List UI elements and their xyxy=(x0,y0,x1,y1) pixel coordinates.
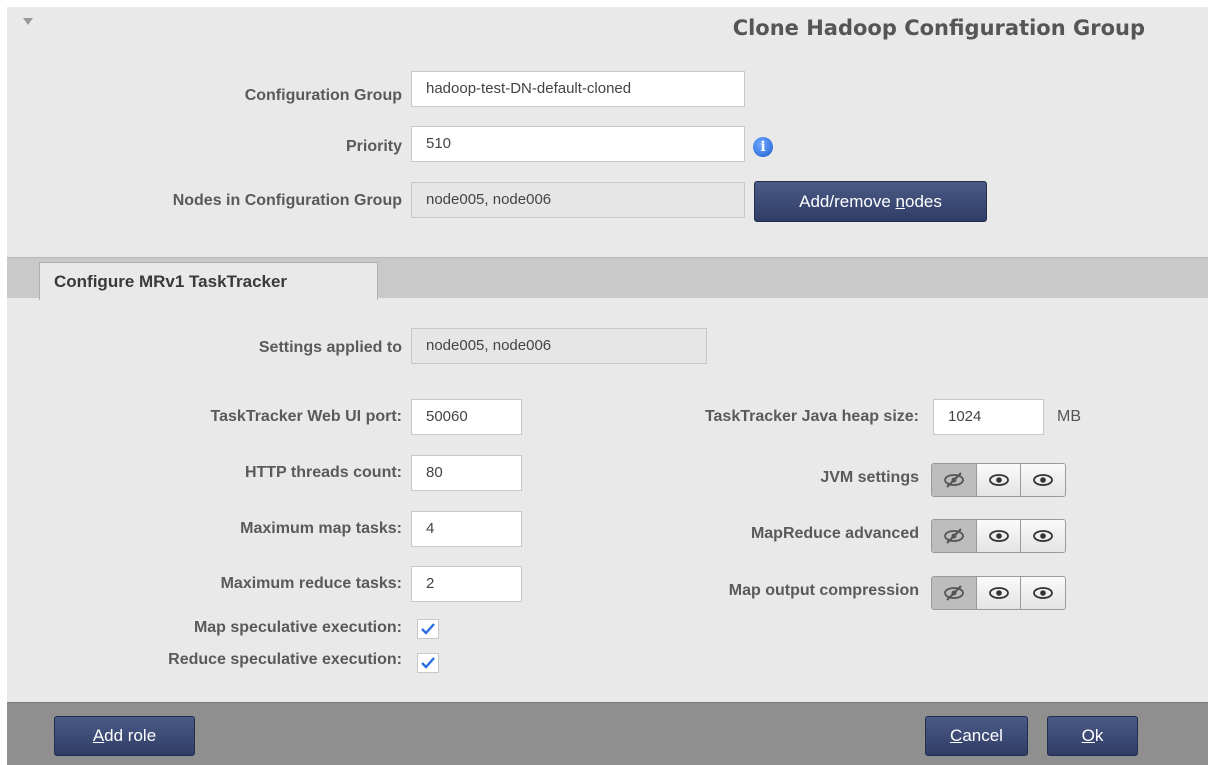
eye-icon xyxy=(988,587,1009,599)
cancel-mnemonic: C xyxy=(950,726,963,745)
eye-icon xyxy=(1033,587,1054,599)
reduce-spec-label: Reduce speculative execution: xyxy=(168,651,402,668)
mr-adv-show-all-button[interactable] xyxy=(1021,520,1065,552)
dialog-footer: Add role Cancel Ok xyxy=(7,702,1208,765)
http-threads-input[interactable]: 80 xyxy=(411,455,522,491)
http-threads-label: HTTP threads count: xyxy=(244,464,402,481)
nodes-label: Nodes in Configuration Group xyxy=(172,192,402,209)
priority-input[interactable]: 510 xyxy=(411,126,745,162)
jvm-settings-label: JVM settings xyxy=(820,469,919,486)
cancel-label: ancel xyxy=(962,726,1003,745)
eye-slash-icon xyxy=(943,585,964,601)
eye-icon xyxy=(1033,474,1054,486)
heap-size-input[interactable]: 1024 xyxy=(933,399,1044,435)
collapse-icon[interactable] xyxy=(23,18,33,25)
ok-label: k xyxy=(1094,726,1104,745)
mr-adv-hide-button[interactable] xyxy=(932,520,977,552)
eye-slash-icon xyxy=(943,472,964,488)
mr-adv-show-button[interactable] xyxy=(976,520,1022,552)
map-spec-checkbox[interactable] xyxy=(417,619,439,639)
add-remove-nodes-mnemonic: n xyxy=(895,192,905,211)
cancel-button[interactable]: Cancel xyxy=(925,716,1028,756)
add-role-mnemonic: A xyxy=(92,726,105,745)
add-role-label: dd role xyxy=(104,726,157,745)
nodes-field: node005, node006 xyxy=(411,182,745,218)
map-output-compression-toggle xyxy=(931,576,1066,610)
heap-size-label: TaskTracker Java heap size: xyxy=(704,408,919,425)
max-reduce-input[interactable]: 2 xyxy=(411,566,522,602)
web-ui-port-input[interactable]: 50060 xyxy=(411,399,522,435)
tab-bar: Configure MRv1 TaskTracker xyxy=(7,257,1208,300)
eye-icon xyxy=(988,530,1009,542)
priority-label: Priority xyxy=(345,138,402,155)
jvm-settings-toggle xyxy=(931,463,1066,497)
ok-button[interactable]: Ok xyxy=(1047,716,1138,756)
max-map-label: Maximum map tasks: xyxy=(240,520,402,537)
mapreduce-advanced-label: MapReduce advanced xyxy=(750,525,919,542)
jvm-hide-button[interactable] xyxy=(932,464,977,496)
reduce-spec-checkbox[interactable] xyxy=(417,653,439,673)
add-role-button[interactable]: Add role xyxy=(54,716,195,756)
max-reduce-label: Maximum reduce tasks: xyxy=(220,575,402,592)
settings-applied-label: Settings applied to xyxy=(258,339,402,356)
config-group-input[interactable]: hadoop-test-DN-default-cloned xyxy=(411,71,745,107)
config-group-label: Configuration Group xyxy=(244,87,402,104)
max-map-input[interactable]: 4 xyxy=(411,511,522,547)
add-remove-nodes-label-suffix: odes xyxy=(904,192,942,211)
dialog-titlebar: Clone Hadoop Configuration Group xyxy=(7,7,1208,52)
eye-icon xyxy=(988,474,1009,486)
web-ui-port-label: TaskTracker Web UI port: xyxy=(210,408,402,425)
eye-icon xyxy=(1033,530,1054,542)
checkmark-icon xyxy=(421,657,435,669)
map-out-show-all-button[interactable] xyxy=(1021,577,1065,609)
heap-unit: MB xyxy=(1057,408,1081,425)
clone-config-group-dialog: Clone Hadoop Configuration Group Configu… xyxy=(7,7,1208,765)
settings-applied-field: node005, node006 xyxy=(411,328,707,364)
map-spec-label: Map speculative execution: xyxy=(193,619,402,636)
map-out-show-button[interactable] xyxy=(976,577,1022,609)
tab-configure-mrv1-tasktracker[interactable]: Configure MRv1 TaskTracker xyxy=(39,262,378,300)
map-output-compression-label: Map output compression xyxy=(728,582,919,599)
ok-mnemonic: O xyxy=(1081,726,1095,745)
mapreduce-advanced-toggle xyxy=(931,519,1066,553)
map-out-hide-button[interactable] xyxy=(932,577,977,609)
add-remove-nodes-button[interactable]: Add/remove nodes xyxy=(754,181,987,222)
jvm-show-all-button[interactable] xyxy=(1021,464,1065,496)
add-remove-nodes-label-prefix: Add/remove xyxy=(799,192,896,211)
eye-slash-icon xyxy=(943,528,964,544)
dialog-title: Clone Hadoop Configuration Group xyxy=(732,16,1145,40)
info-icon[interactable]: i xyxy=(753,137,773,157)
jvm-show-button[interactable] xyxy=(976,464,1022,496)
checkmark-icon xyxy=(421,623,435,635)
